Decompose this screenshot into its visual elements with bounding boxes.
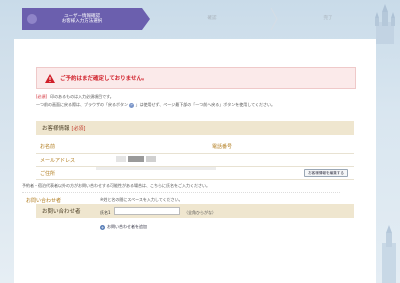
inquiry-description: 予約者・宿泊代表者以外の方がお問い合わせする可能性がある場合は、こちらに氏名をご… — [22, 183, 210, 188]
customer-info-title: お客様情報 — [42, 126, 70, 132]
main-panel: ご予約はまだ確定しておりません。 [必須] 印のあるものは入力必須項目です。 一つ… — [14, 39, 376, 283]
email-row: メールアドレス — [36, 154, 354, 167]
required-tag: [必須] — [36, 94, 48, 99]
address-row: ご住所 お客様情報を編集する — [36, 167, 354, 180]
inquiry-title: お問い合わせ者 — [42, 209, 81, 215]
inquiry-label: お問い合わせ者 — [26, 198, 62, 204]
add-inquirer-label: お問い合わせ者を追加 — [107, 224, 147, 229]
step-badge-icon — [27, 14, 37, 24]
phone-label: 電話番号 — [212, 144, 233, 150]
customer-required-badge: [必須] — [71, 125, 86, 132]
customer-info-header: お客様情報 [必須] — [36, 121, 354, 135]
address-value-blur — [96, 167, 216, 170]
alert-box: ご予約はまだ確定しておりません。 — [36, 67, 356, 89]
plus-icon: + — [100, 224, 105, 230]
inquiry-hint: ※姓と名の間にスペースを入力してください。 — [100, 197, 183, 202]
email-label: メールアドレス — [40, 158, 76, 164]
castle-silhouette-icon — [382, 225, 396, 283]
inquiry-name-hint: （全角ひらがな） — [184, 210, 216, 215]
email-value-blur — [116, 156, 126, 162]
step-confirm: 確認 — [207, 16, 217, 22]
step-complete: 完了 — [323, 16, 333, 22]
email-value-blur — [146, 156, 156, 162]
back-button-note: 一つ前の画面に戻る際は、ブラウザの「戻るボタン ← 」は使用せず、ページ最下部の… — [36, 102, 275, 108]
inquiry-name-input[interactable] — [114, 207, 180, 215]
castle-icon — [375, 4, 395, 44]
address-label: ご住所 — [40, 171, 56, 177]
background-left — [0, 40, 14, 283]
inquiry-name-label: 氏名1 — [100, 210, 111, 215]
edit-customer-button[interactable]: お客様情報を編集する — [304, 169, 348, 177]
required-note: [必須] 印のあるものは入力必須項目です。 — [36, 94, 114, 100]
required-note-text: 印のあるものは入力必須項目です。 — [50, 94, 114, 99]
name-label: お名前 — [40, 144, 56, 150]
step-label-line2: お客様入力方法選択 — [61, 19, 103, 24]
divider — [22, 192, 340, 193]
step-user-info: ユーザー情報確認 お客様入力方法選択 — [22, 8, 150, 30]
name-row: お名前 電話番号 — [36, 139, 354, 154]
add-inquirer-link[interactable]: + お問い合わせ者を追加 — [100, 224, 147, 230]
back-note-b: 」は使用せず、ページ最下部の「一つ前へ戻る」ボタンを使用してください。 — [135, 102, 275, 107]
progress-steps: ユーザー情報確認 お客様入力方法選択 確認 完了 — [22, 8, 372, 30]
back-note-a: 一つ前の画面に戻る際は、ブラウザの「戻るボタン — [36, 102, 128, 107]
back-arrow-icon: ← — [129, 102, 135, 108]
alert-message: ご予約はまだ確定しておりません。 — [60, 76, 148, 82]
email-value-blur — [128, 156, 144, 162]
warning-icon — [45, 73, 55, 83]
